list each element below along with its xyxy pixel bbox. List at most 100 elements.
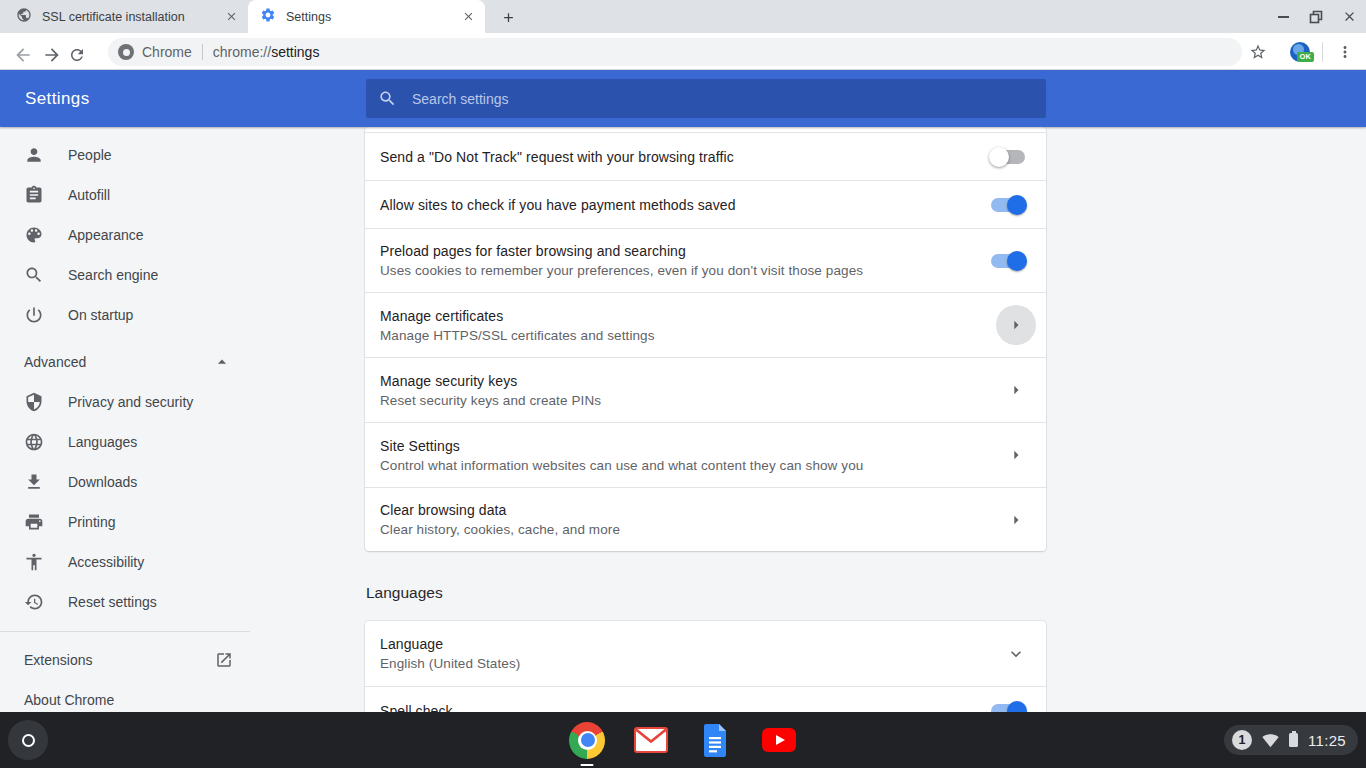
- sidebar-item-label: Appearance: [68, 227, 144, 243]
- settings-row-send-a-do-not-track-request-with-your-br[interactable]: Send a "Do Not Track" request with your …: [365, 132, 1046, 180]
- open-in-new-icon: [215, 651, 233, 669]
- row-title: Clear browsing data: [380, 502, 996, 518]
- sidebar-item-autofill[interactable]: Autofill: [0, 175, 250, 215]
- wifi-icon: [1262, 732, 1279, 749]
- browser-menu-button[interactable]: [1331, 38, 1359, 66]
- active-app-indicator: [581, 764, 594, 767]
- privacy-card: Send a "Do Not Track" request with your …: [365, 127, 1046, 551]
- tab-close-icon[interactable]: [459, 8, 477, 26]
- sidebar-item-label: Accessibility: [68, 554, 144, 570]
- row-subtitle: Manage HTTPS/SSL certificates and settin…: [380, 328, 996, 343]
- new-tab-button[interactable]: [496, 5, 520, 29]
- back-button[interactable]: [9, 41, 37, 69]
- expand-button[interactable]: [996, 634, 1036, 674]
- chrome-app-icon[interactable]: [569, 722, 605, 758]
- sidebar-item-accessibility[interactable]: Accessibility: [0, 542, 250, 582]
- sidebar-item-downloads[interactable]: Downloads: [0, 462, 250, 502]
- download-icon: [24, 472, 44, 492]
- settings-search-box[interactable]: Search settings: [366, 79, 1046, 118]
- about-chrome-label: About Chrome: [24, 692, 114, 708]
- youtube-logo-icon: [762, 728, 796, 752]
- sidebar-divider: [0, 631, 250, 632]
- profile-avatar[interactable]: OK: [1290, 42, 1310, 62]
- tab-close-icon[interactable]: [222, 8, 240, 26]
- bookmark-star-icon[interactable]: [1244, 38, 1272, 66]
- sidebar-item-privacy-and-security[interactable]: Privacy and security: [0, 382, 250, 422]
- sidebar-item-printing[interactable]: Printing: [0, 502, 250, 542]
- settings-row-language[interactable]: LanguageEnglish (United States): [365, 621, 1046, 686]
- search-icon: [378, 89, 397, 108]
- sidebar-item-reset-settings[interactable]: Reset settings: [0, 582, 250, 622]
- subpage-arrow-button[interactable]: [996, 500, 1036, 540]
- close-window-button[interactable]: [1341, 9, 1357, 25]
- youtube-app-icon[interactable]: [761, 722, 797, 758]
- status-tray[interactable]: 1 11:25: [1224, 725, 1358, 755]
- row-title: Preload pages for faster browsing and se…: [380, 243, 991, 259]
- row-subtitle: Control what information websites can us…: [380, 458, 996, 473]
- row-title: Allow sites to check if you have payment…: [380, 197, 991, 213]
- sidebar-item-people[interactable]: People: [0, 135, 250, 175]
- row-title: Manage certificates: [380, 308, 996, 324]
- omnibox-url-scheme: chrome://: [213, 44, 271, 60]
- gear-icon: [260, 7, 276, 27]
- sidebar-item-search-engine[interactable]: Search engine: [0, 255, 250, 295]
- omnibox[interactable]: Chrome chrome:// settings: [108, 38, 1242, 66]
- page-title: Settings: [25, 70, 90, 127]
- sidebar-item-on-startup[interactable]: On startup: [0, 295, 250, 335]
- docs-app-icon[interactable]: [697, 722, 733, 758]
- sidebar-item-label: Languages: [68, 434, 137, 450]
- reload-button[interactable]: [63, 41, 91, 69]
- settings-row-allow-sites-to-check-if-you-have-payment[interactable]: Allow sites to check if you have payment…: [365, 180, 1046, 228]
- section-header-languages: Languages: [366, 584, 1046, 606]
- sidebar-item-label: On startup: [68, 307, 133, 323]
- person-icon: [24, 145, 44, 165]
- chromeos-screen: SSL certificate installation Settings Ch…: [0, 0, 1366, 768]
- tab-title: SSL certificate installation: [42, 10, 222, 24]
- minimize-button[interactable]: [1275, 9, 1291, 25]
- avatar-ok-badge: OK: [1297, 52, 1314, 63]
- toggle-on[interactable]: [991, 198, 1025, 212]
- gmail-app-icon[interactable]: [633, 722, 669, 758]
- battery-icon: [1289, 733, 1298, 747]
- toggle-on[interactable]: [991, 254, 1025, 268]
- row-title: Manage security keys: [380, 373, 996, 389]
- forward-button[interactable]: [38, 41, 66, 69]
- sidebar-advanced-toggle[interactable]: Advanced: [0, 342, 250, 382]
- sidebar-item-extensions[interactable]: Extensions: [0, 640, 250, 680]
- chrome-site-icon: [118, 44, 134, 60]
- subpage-arrow-button[interactable]: [996, 435, 1036, 475]
- settings-sidebar: People Autofill Appearance Search engine On …: [0, 127, 250, 720]
- settings-row-site-settings[interactable]: Site SettingsControl what information we…: [365, 422, 1046, 487]
- browser-toolbar: Chrome chrome:// settings OK: [0, 33, 1366, 70]
- subpage-arrow-button[interactable]: [996, 305, 1036, 345]
- sidebar-item-languages[interactable]: Languages: [0, 422, 250, 462]
- toolbar-separator: [1322, 42, 1323, 62]
- settings-row-manage-security-keys[interactable]: Manage security keys Reset security keys …: [365, 357, 1046, 422]
- search-placeholder: Search settings: [412, 91, 509, 107]
- tab-ssl-certificate[interactable]: SSL certificate installation: [0, 0, 248, 33]
- palette-icon: [24, 225, 44, 245]
- settings-row-manage-certificates[interactable]: Manage certificates Manage HTTPS/SSL cert…: [365, 292, 1046, 357]
- sidebar-item-label: Printing: [68, 514, 115, 530]
- settings-row-clear-browsing-data[interactable]: Clear browsing data Clear history, cookie…: [365, 487, 1046, 551]
- sidebar-item-label: Autofill: [68, 187, 110, 203]
- accessibility-icon: [24, 552, 44, 572]
- sidebar-item-appearance[interactable]: Appearance: [0, 215, 250, 255]
- settings-header: Settings Search settings: [0, 70, 1366, 127]
- settings-row-preload-pages-for-faster-browsing-and-se[interactable]: Preload pages for faster browsing and se…: [365, 228, 1046, 292]
- sidebar-item-label: Reset settings: [68, 594, 157, 610]
- sidebar-item-label: Privacy and security: [68, 394, 193, 410]
- search-icon: [24, 265, 44, 285]
- row-subtitle: Reset security keys and create PINs: [380, 393, 996, 408]
- collapse-icon: [212, 352, 232, 372]
- sidebar-item-label: Downloads: [68, 474, 137, 490]
- tab-settings[interactable]: Settings: [248, 0, 485, 33]
- toggle-off[interactable]: [991, 150, 1025, 164]
- row-title: Language: [380, 636, 996, 652]
- subpage-arrow-button[interactable]: [996, 370, 1036, 410]
- row-subtitle: Clear history, cookies, cache, and more: [380, 522, 996, 537]
- tab-title: Settings: [286, 10, 459, 24]
- settings-main: Send a "Do Not Track" request with your …: [365, 127, 1046, 734]
- shelf: 1 11:25: [0, 712, 1366, 768]
- restore-button[interactable]: [1308, 9, 1324, 25]
